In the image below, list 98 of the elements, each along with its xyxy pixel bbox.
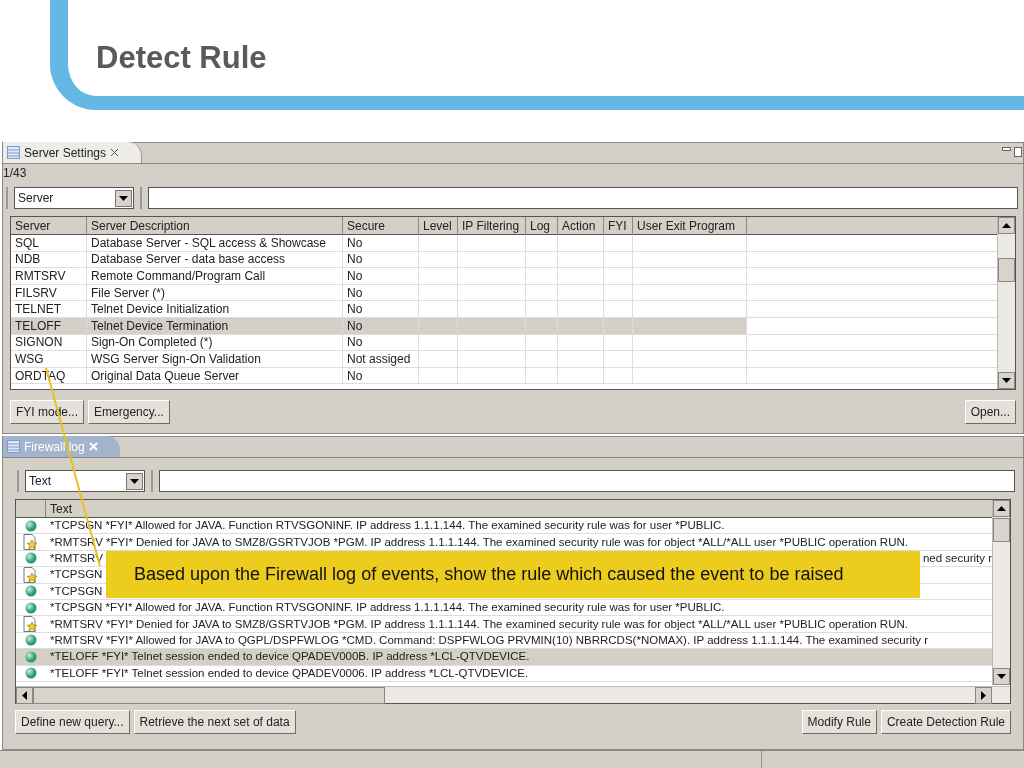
table-cell-text: No — [346, 251, 364, 268]
filter-field[interactable] — [148, 187, 1018, 209]
log-row[interactable]: *TCPSGN *FYI* Allowed for JAVA. Function RTVSGONINF. IP address 1.1.1.144. The examined security rule was for user *PUBLIC. — [16, 599, 992, 617]
table-row[interactable]: SQL Database Server - SQL access & Showcase No — [11, 235, 997, 252]
right-arrow-icon — [981, 691, 986, 700]
scrollbar-thumb[interactable] — [993, 518, 1010, 542]
table-cell-text: Database Server - SQL access & Showcase — [90, 234, 327, 251]
status-dot-icon — [25, 650, 37, 663]
status-dot-icon — [25, 552, 37, 565]
log-row[interactable]: *TELOFF *FYI* Telnet session ended to device QPADEV000B. IP address *LCL-QTVDEVICE. — [16, 649, 992, 666]
column-header[interactable]: Log — [526, 217, 558, 235]
column-header[interactable]: Server — [11, 217, 87, 235]
filter-field[interactable] — [159, 470, 1015, 492]
table-row[interactable]: FILSRV File Server (*) No — [11, 284, 997, 302]
table-cell-text: Not assiged — [346, 350, 412, 367]
table-cell-text: SIGNON — [14, 334, 64, 351]
table-cell-text: Sign-On Completed (*) — [90, 334, 214, 351]
table-cell-text: TELNET — [14, 301, 62, 318]
table-icon — [7, 440, 20, 453]
table-cell-text: No — [346, 234, 364, 251]
table-cell-text: No — [346, 268, 364, 284]
log-row[interactable]: *TELOFF *FYI* Telnet session ended to device QPADEV0006. IP address *LCL-QTVDEVICE. — [16, 665, 992, 682]
filter-dropdown[interactable]: Server — [14, 187, 134, 209]
log-text: ned security r — [922, 550, 992, 566]
status-dot-icon — [25, 585, 37, 598]
table-cell-text: Database Server - data base access — [90, 251, 287, 268]
slide-title: Detect Rule — [96, 42, 268, 73]
dropdown-arrow-icon — [130, 478, 139, 484]
column-header[interactable]: Server Description — [87, 217, 343, 235]
log-row[interactable]: *RMTSRV *FYI* Denied for JAVA to SMZ8/GSRTVJOB *PGM. IP address 1.1.1.144. The examined security rule was for object *ALL/*ALL user *PUBLIC operation RUN. — [16, 616, 992, 633]
open-button[interactable]: Open... — [964, 400, 1016, 424]
table-cell-text: No — [346, 317, 364, 334]
scrollbar-thumb[interactable] — [998, 258, 1015, 282]
down-arrow-icon — [1002, 378, 1011, 383]
table-cell-text: Remote Command/Program Call — [90, 268, 267, 284]
table-cell-text: RMTSRV — [14, 268, 67, 284]
table-cell-text: WSG — [14, 350, 45, 367]
table-cell-text: No — [346, 301, 364, 318]
table-cell-text: FILSRV — [14, 284, 58, 301]
table-row[interactable]: WSG WSG Server Sign-On Validation Not assiged — [11, 351, 997, 368]
table-cell-text: WSG Server Sign-On Validation — [90, 350, 262, 367]
log-text: *RMTSRV *FYI* Allowed for JAVA to QGPL/DSPFWLOG *CMD. Command: DSPFWLOG PRVMIN(10) NBRRCDS(*NOMAX). IP address 1.1.1.144. The examined security r — [49, 632, 929, 648]
document-star-icon — [23, 566, 39, 583]
callout-tooltip: Based upon the Firewall log of events, show the rule which caused the event to be raised — [106, 551, 920, 598]
action-button[interactable]: Define new query... — [15, 710, 130, 734]
table-cell-text: Telnet Device Termination — [90, 317, 230, 334]
table-cell-text: NDB — [14, 251, 42, 268]
table-cell-text: No — [346, 367, 364, 384]
status-dot-icon — [25, 519, 37, 532]
status-dot-icon — [25, 667, 37, 680]
table-row[interactable]: NDB Database Server - data base access No — [11, 251, 997, 269]
down-arrow-icon — [997, 674, 1006, 679]
status-dot-icon — [25, 634, 37, 647]
table-cell-text: No — [346, 334, 364, 351]
table-row[interactable]: RMTSRV Remote Command/Program Call No — [11, 268, 997, 285]
status-dot-icon — [25, 601, 37, 614]
column-header[interactable]: IP Filtering — [458, 217, 526, 235]
table-row[interactable]: SIGNON Sign-On Completed (*) No — [11, 334, 997, 352]
table-row[interactable]: TELOFF Telnet Device Termination No — [11, 317, 997, 335]
dropdown-arrow-icon — [119, 195, 128, 201]
log-text: *RMTSRV *FYI* Denied for JAVA to SMZ8/GSRTVJOB *PGM. IP address 1.1.1.144. The examined security rule was for object *ALL/*ALL user *PUBLIC operation RUN. — [49, 616, 908, 632]
scrollbar[interactable] — [997, 217, 1015, 389]
column-header[interactable]: Level — [419, 217, 458, 235]
column-header[interactable]: User Exit Program — [633, 217, 747, 235]
maximize-icon[interactable] — [1014, 147, 1022, 157]
filter-dropdown[interactable]: Text — [25, 470, 145, 492]
table-cell-text: Original Data Queue Server — [90, 367, 241, 384]
table-cell-text: Telnet Device Initialization — [90, 301, 231, 318]
minimize-icon[interactable] — [1002, 147, 1011, 151]
table-cell-text: No — [346, 284, 364, 301]
column-header[interactable]: FYI — [604, 217, 633, 235]
up-arrow-icon — [1002, 223, 1011, 228]
document-star-icon — [23, 534, 39, 551]
table-icon — [7, 146, 20, 159]
column-header[interactable]: Action — [558, 217, 604, 235]
table-row[interactable]: TELNET Telnet Device Initialization No — [11, 301, 997, 318]
log-text: *TCPSGN *FYI* Allowed for JAVA. Function RTVSGONINF. IP address 1.1.1.144. The examined security rule was for user *PUBLIC. — [49, 600, 725, 616]
log-text: *TELOFF *FYI* Telnet session ended to device QPADEV0006. IP address *LCL-QTVDEVICE. — [49, 665, 529, 681]
up-arrow-icon — [997, 506, 1006, 511]
log-text: *TCPSGN — [49, 567, 103, 583]
document-star-icon — [23, 616, 39, 633]
action-button[interactable]: Retrieve the next set of data — [133, 710, 296, 734]
column-header[interactable]: Text — [46, 500, 76, 517]
scrollbar[interactable] — [992, 500, 1010, 685]
rule-button[interactable]: Create Detection Rule — [880, 710, 1011, 734]
table-cell-text: File Server (*) — [90, 284, 166, 301]
table-cell-text: SQL — [14, 234, 40, 251]
rule-button[interactable]: Modify Rule — [801, 710, 877, 734]
action-button[interactable]: Emergency... — [88, 400, 170, 424]
log-text: *TCPSGN — [49, 583, 103, 599]
table-cell-text: TELOFF — [14, 317, 62, 334]
log-text: *TELOFF *FYI* Telnet session ended to device QPADEV000B. IP address *LCL-QTVDEVICE. — [49, 649, 530, 665]
panel-tab[interactable]: Server Settings — [3, 142, 143, 163]
left-arrow-icon — [22, 691, 27, 700]
record-count: 1/43 — [3, 165, 27, 182]
horizontal-scrollbar[interactable] — [16, 686, 1010, 703]
close-icon[interactable] — [110, 148, 120, 157]
column-header[interactable]: Secure — [343, 217, 419, 235]
